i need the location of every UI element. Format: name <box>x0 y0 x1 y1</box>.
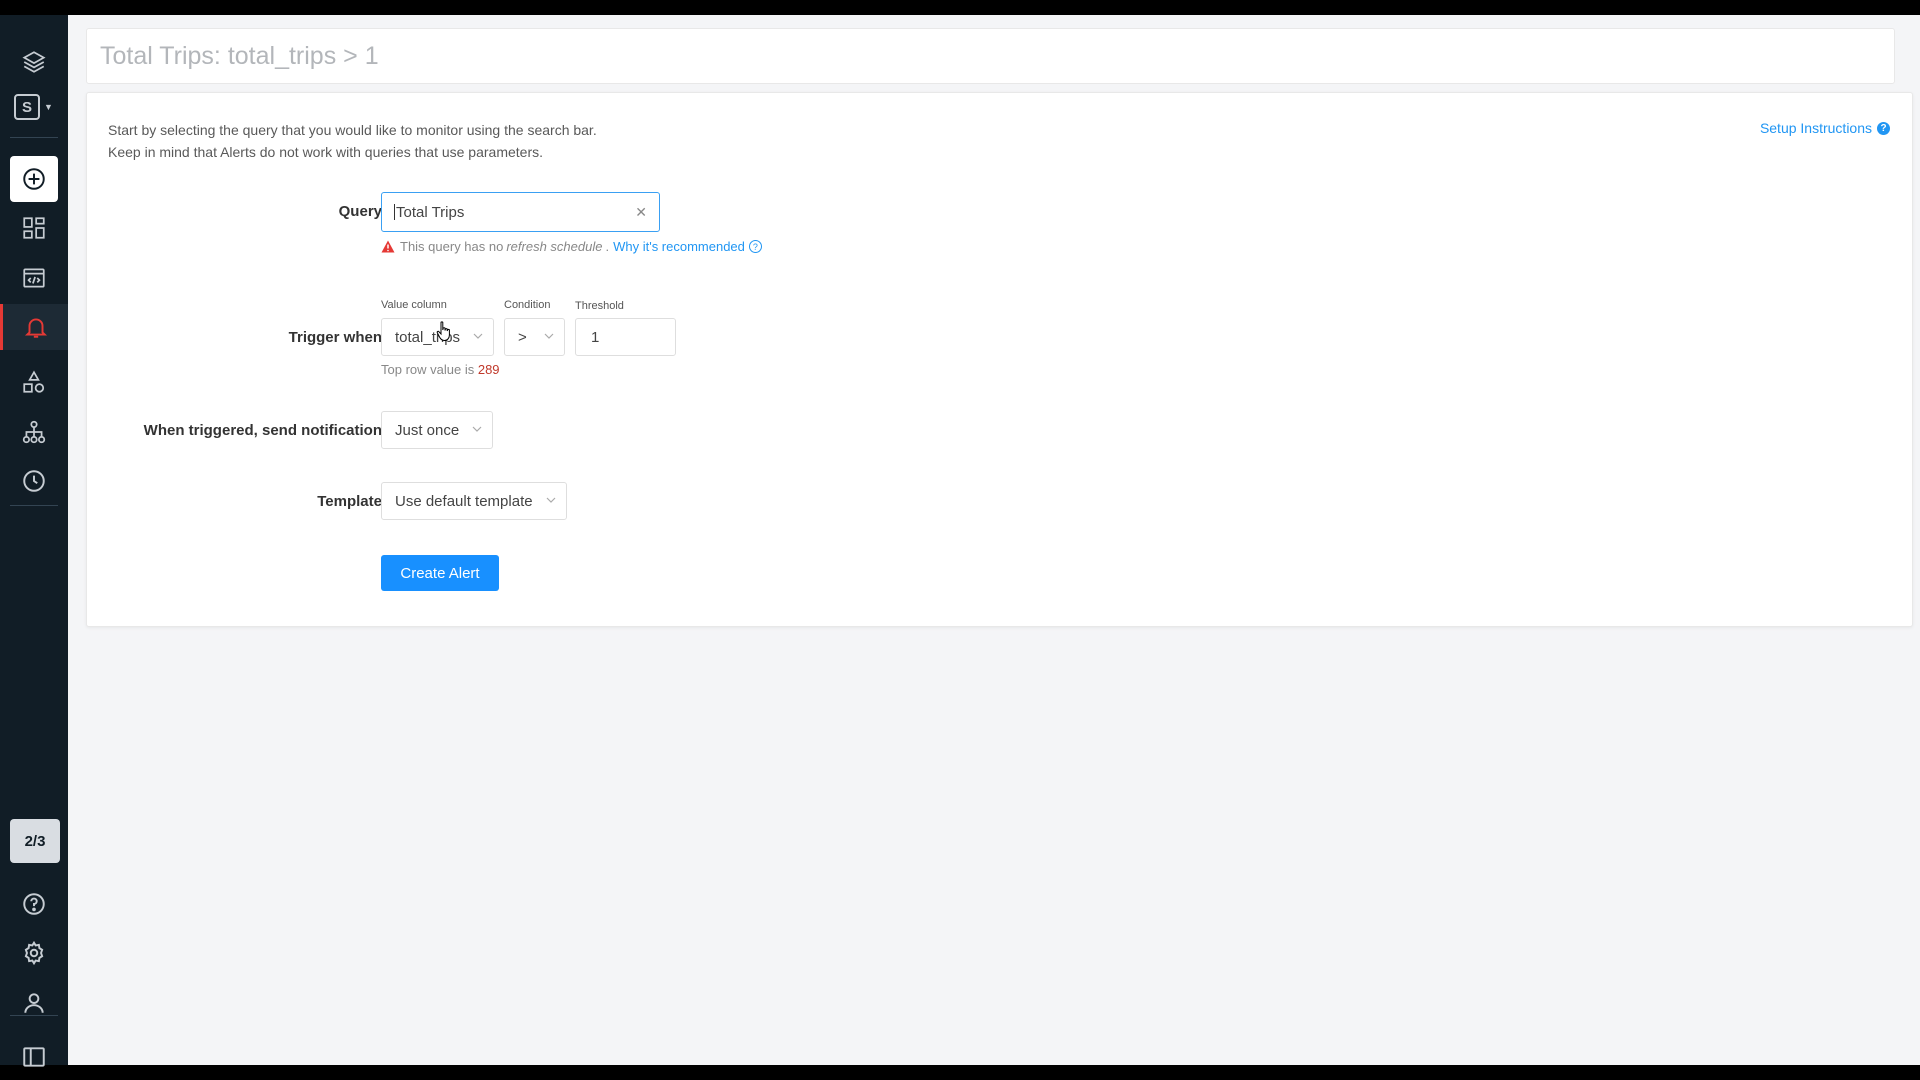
refresh-warning: This query has no refresh schedule . Why… <box>381 239 762 254</box>
chevron-down-icon <box>546 497 556 503</box>
user-profile-icon[interactable] <box>10 980 58 1026</box>
threshold-input[interactable]: 1 <box>575 318 676 356</box>
org-letter: S <box>14 94 40 120</box>
sidebar: S ▼ 2/3 <box>0 15 68 1067</box>
clear-icon[interactable]: ✕ <box>635 204 647 221</box>
text-caret <box>394 204 395 220</box>
warning-suffix: . <box>605 239 610 254</box>
chevron-down-icon <box>544 333 554 339</box>
hand-pointer-icon <box>436 321 450 342</box>
caret-down-icon: ▼ <box>44 102 53 112</box>
threshold-label: Threshold <box>575 300 624 312</box>
query-value: Total Trips <box>396 203 465 221</box>
create-plus-icon[interactable] <box>10 156 58 202</box>
sidebar-divider <box>10 505 58 506</box>
template-value: Use default template <box>395 492 533 510</box>
warning-triangle-icon <box>381 240 395 253</box>
setup-instructions-label: Setup Instructions <box>1759 120 1872 136</box>
top-row-prefix: Top row value is <box>381 362 475 377</box>
queries-code-icon[interactable] <box>10 255 58 301</box>
warning-emphasis: refresh schedule <box>506 239 603 254</box>
value-column-label: Value column <box>381 299 447 311</box>
intro-line-1: Start by selecting the query that you wo… <box>108 122 597 138</box>
settings-gear-icon[interactable] <box>10 930 58 976</box>
notify-value: Just once <box>395 421 460 439</box>
top-row-value: 289 <box>477 362 500 377</box>
setup-instructions-link[interactable]: Setup Instructions ? <box>1760 120 1890 136</box>
query-label: Query <box>338 203 382 220</box>
org-switcher[interactable]: S ▼ <box>14 92 60 122</box>
template-select[interactable]: Use default template <box>381 482 567 520</box>
warning-prefix: This query has no <box>400 239 504 254</box>
question-icon: ? <box>1877 121 1890 135</box>
help-icon[interactable] <box>10 881 58 927</box>
top-row-value-hint: Top row value is 289 <box>381 362 500 377</box>
sidebar-divider <box>10 1015 58 1016</box>
intro-text: Start by selecting the query that you wo… <box>108 119 597 163</box>
dashboards-icon[interactable] <box>10 205 58 251</box>
create-alert-button[interactable]: Create Alert <box>381 555 499 591</box>
page-title[interactable]: Total Trips: total_trips > 1 <box>100 42 379 71</box>
alert-form-card: Start by selecting the query that you wo… <box>86 92 1913 627</box>
logo-layers-icon[interactable] <box>10 39 58 85</box>
alert-title-bar[interactable]: Total Trips: total_trips > 1 <box>86 28 1895 84</box>
template-label: Template <box>317 493 382 510</box>
notify-label: When triggered, send notification <box>143 422 382 439</box>
history-clock-icon[interactable] <box>10 458 58 504</box>
shapes-icon[interactable] <box>10 359 58 405</box>
condition-value: > <box>518 328 527 346</box>
threshold-value: 1 <box>591 328 600 346</box>
progress-counter-badge[interactable]: 2/3 <box>10 819 60 863</box>
sidebar-divider <box>10 137 58 138</box>
query-search-input[interactable]: Total Trips ✕ <box>381 192 660 232</box>
chevron-down-icon <box>472 426 482 432</box>
notification-frequency-select[interactable]: Just once <box>381 411 493 449</box>
data-sources-tree-icon[interactable] <box>10 409 58 455</box>
why-recommended-link[interactable]: Why it's recommended <box>613 239 745 254</box>
alerts-bell-icon[interactable] <box>0 304 68 350</box>
chevron-down-icon <box>473 333 483 339</box>
condition-select[interactable]: > <box>504 318 565 356</box>
trigger-when-label: Trigger when <box>288 329 382 346</box>
intro-line-2: Keep in mind that Alerts do not work wit… <box>108 144 544 160</box>
question-circle-icon: ? <box>748 240 762 253</box>
condition-label: Condition <box>504 299 551 311</box>
app-frame: S ▼ 2/3 Total Trips: total_trips > 1 Sta… <box>0 15 1920 1067</box>
collapse-panel-icon[interactable] <box>10 1034 58 1080</box>
